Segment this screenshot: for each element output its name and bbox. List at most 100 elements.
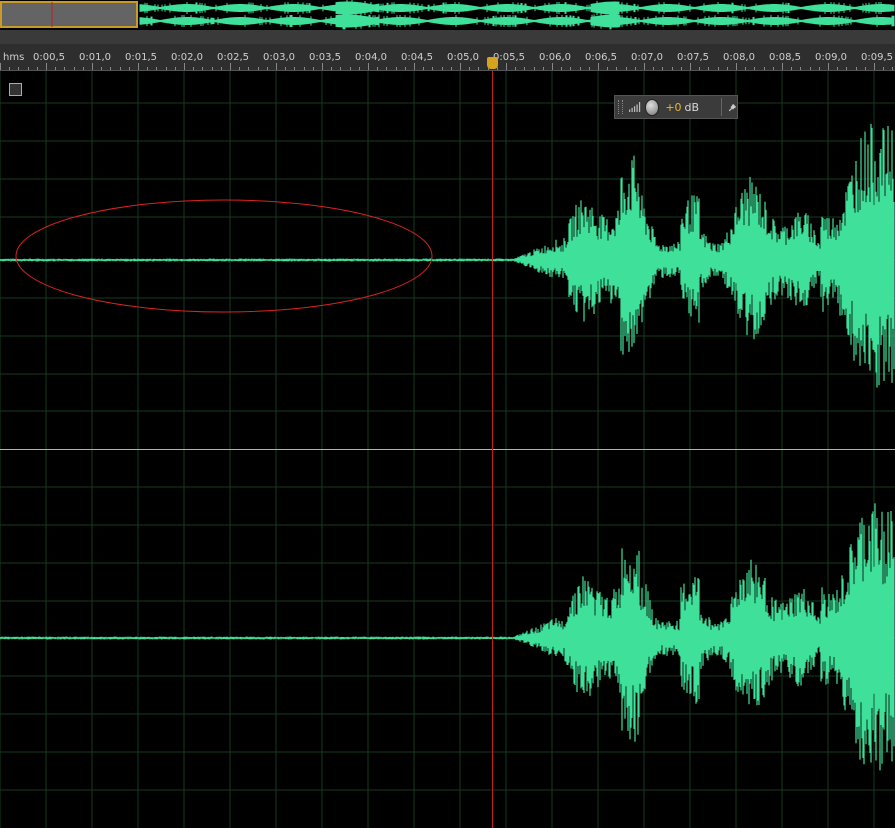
ruler-tick-label: 0:02,0 <box>171 52 203 63</box>
ruler-tick-mark <box>736 63 737 70</box>
ruler-tick-mark <box>396 67 397 70</box>
ruler-tick-mark <box>515 67 516 70</box>
ruler-tick-mark <box>138 63 139 70</box>
ruler-tick-mark <box>313 67 314 70</box>
ruler-tick-mark <box>865 67 866 70</box>
ruler-tick-mark <box>184 63 185 70</box>
ruler-tick-mark <box>92 63 93 70</box>
ruler-tick-mark <box>460 63 461 70</box>
ruler-tick-mark <box>368 63 369 70</box>
grip-icon[interactable] <box>618 100 624 114</box>
level-meter-icon <box>629 102 641 112</box>
ruler-tick-mark <box>230 63 231 70</box>
ruler-tick-mark <box>432 67 433 70</box>
ruler-tick-mark <box>423 67 424 70</box>
ruler-tick-label: 0:08,5 <box>769 52 801 63</box>
ruler-tick-mark <box>193 67 194 70</box>
ruler-tick-mark <box>212 67 213 70</box>
ruler-tick-mark <box>239 67 240 70</box>
ruler-tick-mark <box>681 67 682 70</box>
ruler-tick-mark <box>469 67 470 70</box>
ruler-tick-mark <box>874 63 875 70</box>
playhead-handle-icon[interactable] <box>487 57 498 69</box>
ruler-tick-mark <box>846 67 847 70</box>
playhead-line[interactable] <box>492 71 493 828</box>
volume-knob-icon[interactable] <box>644 98 660 116</box>
ruler-tick-label: 0:04,0 <box>355 52 387 63</box>
annotation-ellipse <box>15 199 433 313</box>
channel-divider <box>0 449 895 450</box>
ruler-tick-mark <box>745 67 746 70</box>
ruler-tick-mark <box>110 67 111 70</box>
ruler-tick-mark <box>718 67 719 70</box>
ruler-tick-mark <box>64 67 65 70</box>
gain-hud[interactable]: +0 dB <box>614 95 738 119</box>
ruler-tick-mark <box>258 67 259 70</box>
ruler-tick-mark <box>892 67 893 70</box>
ruler-tick-label: 0:06,0 <box>539 52 571 63</box>
ruler-tick-mark <box>9 67 10 70</box>
channel-toggle-icon[interactable] <box>9 83 22 96</box>
ruler-tick-mark <box>607 67 608 70</box>
ruler-tick-mark <box>690 63 691 70</box>
ruler-tick-mark <box>635 67 636 70</box>
ruler-tick-label: 0:01,0 <box>79 52 111 63</box>
ruler-tick-mark <box>175 67 176 70</box>
ruler-tick-mark <box>773 67 774 70</box>
ruler-tick-mark <box>147 67 148 70</box>
ruler-tick-label: 0:09,5 <box>861 52 893 63</box>
ruler-tick-mark <box>285 67 286 70</box>
ruler-tick-mark <box>166 67 167 70</box>
ruler-tick-mark <box>883 67 884 70</box>
ruler-tick-mark <box>662 67 663 70</box>
ruler-tick-label: 0:02,5 <box>217 52 249 63</box>
ruler-tick-mark <box>322 63 323 70</box>
pin-icon[interactable] <box>728 102 737 113</box>
ruler-tick-mark <box>856 67 857 70</box>
ruler-tick-mark <box>350 67 351 70</box>
ruler-tick-mark <box>55 67 56 70</box>
ruler-tick-mark <box>791 67 792 70</box>
waveform-editor[interactable]: +0 dB <box>0 71 895 828</box>
ruler-tick-mark <box>377 67 378 70</box>
ruler-tick-mark <box>129 67 130 70</box>
overview-waveform[interactable] <box>0 0 895 30</box>
ruler-tick-mark <box>589 67 590 70</box>
waveform-channel-left <box>0 123 895 388</box>
gain-value[interactable]: +0 <box>665 101 681 114</box>
ruler-tick-mark <box>37 67 38 70</box>
ruler-tick-mark <box>626 67 627 70</box>
ruler-tick-mark <box>276 63 277 70</box>
ruler-tick-mark <box>18 67 19 70</box>
ruler-tick-mark <box>414 63 415 70</box>
overview-viewport <box>0 1 138 28</box>
ruler-tick-mark <box>810 67 811 70</box>
ruler-tick-label: 0:00,5 <box>33 52 65 63</box>
ruler-tick-mark <box>506 63 507 70</box>
ruler-tick-mark <box>478 67 479 70</box>
ruler-tick-mark <box>580 67 581 70</box>
ruler-tick-label: 0:09,0 <box>815 52 847 63</box>
ruler-tick-label: 0:07,5 <box>677 52 709 63</box>
ruler-tick-mark <box>672 67 673 70</box>
ruler-tick-label: 0:01,5 <box>125 52 157 63</box>
ruler-tick-mark <box>598 63 599 70</box>
ruler-tick-mark <box>837 67 838 70</box>
ruler-tick-mark <box>708 67 709 70</box>
ruler-tick-label: 0:03,5 <box>309 52 341 63</box>
ruler-tick-mark <box>359 67 360 70</box>
ruler-tick-mark <box>782 63 783 70</box>
ruler-tick-mark <box>28 67 29 70</box>
ruler-tick-mark <box>304 67 305 70</box>
overview-scroll-track[interactable] <box>0 30 895 44</box>
ruler-tick-mark <box>0 63 1 70</box>
ruler-tick-mark <box>764 67 765 70</box>
ruler-tick-mark <box>120 67 121 70</box>
ruler-tick-label: 0:08,0 <box>723 52 755 63</box>
ruler-tick-mark <box>552 63 553 70</box>
ruler-tick-mark <box>570 67 571 70</box>
ruler-tick-mark <box>754 67 755 70</box>
ruler-tick-label: 0:05,0 <box>447 52 479 63</box>
ruler-tick-mark <box>83 67 84 70</box>
time-ruler[interactable]: hms 0:00,5 0:01,0 0:01,5 0:02,0 0:02,5 0:03,0… <box>0 44 895 71</box>
